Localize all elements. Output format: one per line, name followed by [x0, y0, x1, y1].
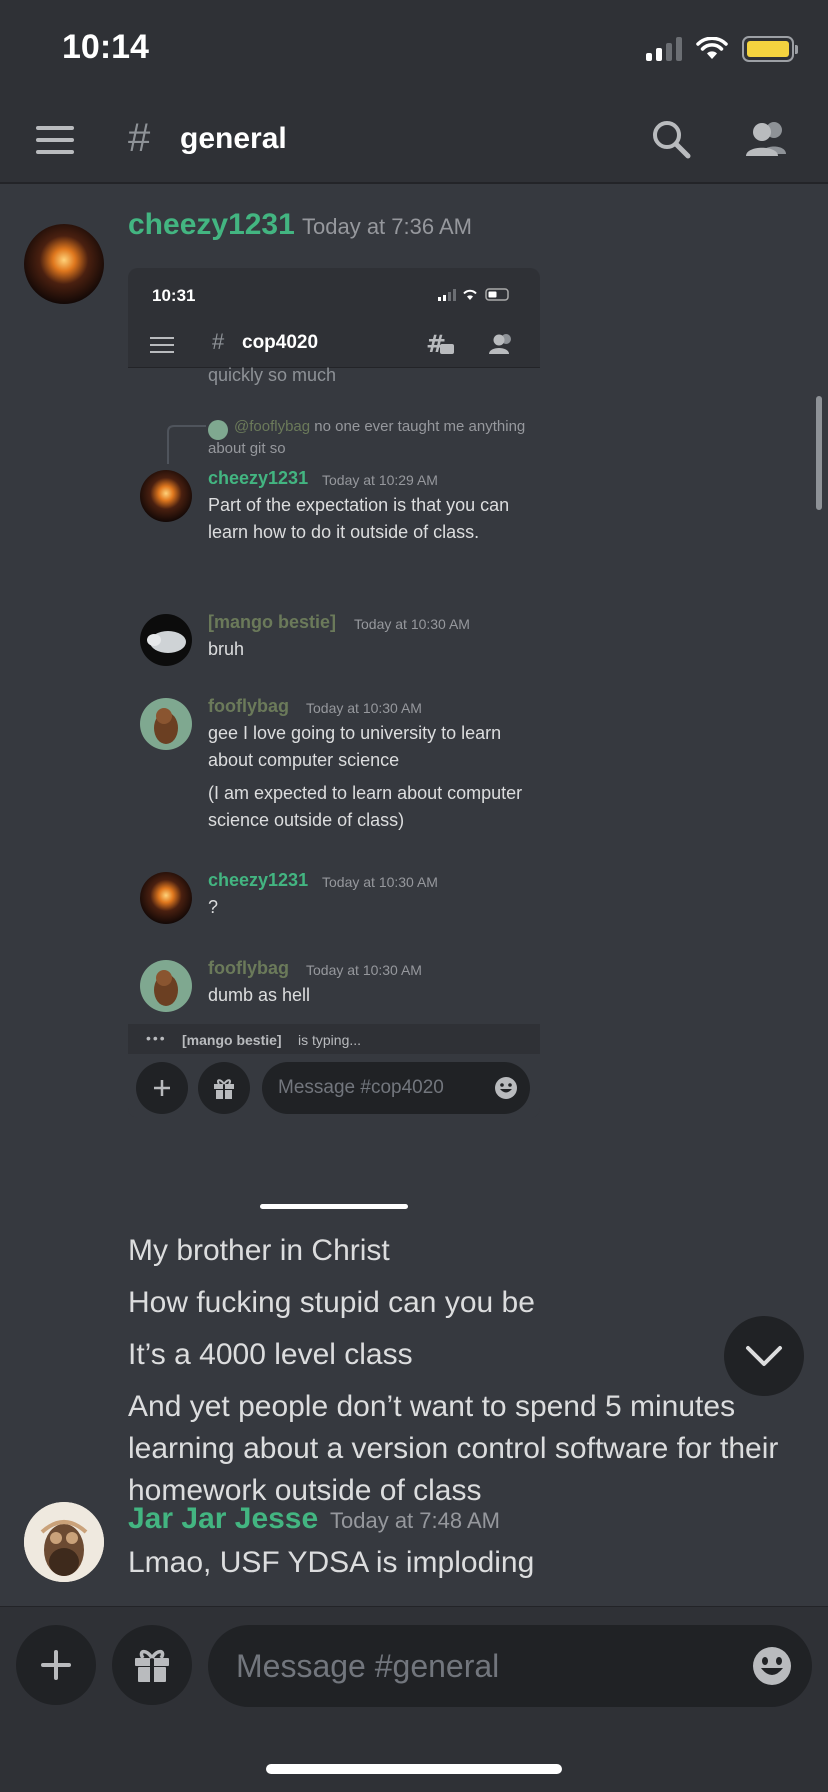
username[interactable]: cheezy1231	[128, 208, 295, 242]
home-indicator	[266, 1764, 562, 1774]
channel-header: # general	[0, 96, 828, 184]
message-text: Lmao, USF YDSA is imploding	[128, 1546, 535, 1579]
shot-reply-mention: @fooflybag	[234, 418, 311, 435]
shot-threads-icon: #	[426, 330, 454, 358]
attached-screenshot[interactable]: 10:31 # cop4020 # quickly so much @foofl…	[128, 268, 540, 1118]
shot-username: cheezy1231	[208, 870, 309, 890]
shot-username: fooflybag	[208, 696, 289, 716]
shot-avatar	[140, 614, 192, 666]
avatar[interactable]	[24, 1502, 104, 1582]
shot-gift-icon	[198, 1062, 250, 1114]
shot-input-placeholder: Message #cop4020	[278, 1077, 444, 1098]
shot-channel-header: # cop4020 #	[128, 320, 540, 368]
emoji-icon[interactable]	[752, 1646, 792, 1686]
shot-username: fooflybag	[208, 958, 289, 978]
shot-typing-suffix: is typing...	[298, 1032, 362, 1048]
shot-timestamp: Today at 10:30 AM	[306, 962, 422, 978]
search-icon[interactable]	[650, 118, 692, 160]
shot-message-text: ?	[208, 897, 219, 917]
channel-title: general	[180, 122, 287, 155]
shot-timestamp: Today at 10:30 AM	[322, 874, 438, 890]
message-text: And yet people don’t want to spend 5 min…	[128, 1390, 779, 1507]
username[interactable]: Jar Jar Jesse	[128, 1502, 318, 1536]
shot-status-icons	[438, 288, 509, 301]
shot-avatar	[140, 960, 192, 1012]
shot-channel-title: cop4020	[242, 332, 319, 353]
gift-icon	[135, 1649, 169, 1682]
message-list[interactable]: cheezy1231 Today at 7:36 AM 10:31 # cop4…	[0, 186, 828, 1606]
shot-username: cheezy1231	[208, 468, 309, 488]
avatar[interactable]	[24, 224, 104, 304]
shot-partial-message: quickly so much	[208, 365, 337, 385]
battery-icon	[742, 36, 798, 62]
wifi-icon	[696, 37, 728, 59]
status-icons	[646, 36, 798, 62]
message-input-container	[208, 1625, 812, 1707]
channel-hash-icon: #	[128, 116, 151, 160]
shot-avatar	[140, 872, 192, 924]
shot-message-text: Part of the expectation is that you can …	[208, 495, 510, 542]
shot-status-time: 10:31	[152, 286, 196, 305]
add-attachment-button[interactable]	[16, 1625, 96, 1705]
menu-icon[interactable]	[36, 126, 74, 154]
status-time: 10:14	[62, 28, 149, 66]
shot-avatar	[140, 470, 192, 522]
shot-avatar	[140, 698, 192, 750]
message-timestamp: Today at 7:36 AM	[302, 214, 472, 239]
shot-menu-icon	[150, 337, 174, 353]
shot-timestamp: Today at 10:30 AM	[354, 616, 470, 632]
scrollbar[interactable]	[816, 396, 822, 510]
shot-reply-preview: @fooflybag no one ever taught me anythin…	[208, 416, 530, 460]
shot-message-text: dumb as hell	[208, 985, 311, 1005]
message-text: My brother in Christ	[128, 1234, 390, 1267]
jump-to-bottom-button[interactable]	[724, 1316, 804, 1396]
status-bar: 10:14	[0, 0, 828, 96]
shot-typing-user: [mango bestie]	[182, 1032, 282, 1048]
shot-emoji-icon	[495, 1077, 517, 1099]
message-timestamp: Today at 7:48 AM	[330, 1508, 500, 1533]
shot-timestamp: Today at 10:30 AM	[306, 700, 422, 716]
members-icon[interactable]	[744, 118, 790, 160]
shot-message-text: (I am expected to learn about computer s…	[208, 783, 523, 830]
signal-icon	[646, 37, 682, 61]
shot-status-bar: 10:31	[128, 268, 540, 320]
shot-add-icon	[136, 1062, 188, 1114]
shot-message-input: Message #cop4020	[262, 1062, 530, 1114]
message-input[interactable]	[236, 1625, 716, 1707]
message-text: It’s a 4000 level class	[128, 1338, 413, 1371]
message-text: How fucking stupid can you be	[128, 1286, 535, 1319]
shot-timestamp: Today at 10:29 AM	[322, 472, 438, 488]
typing-dots-icon: •••	[146, 1030, 167, 1046]
shot-message-text: gee I love going to university to learn …	[208, 723, 502, 770]
shot-message-text: bruh	[208, 639, 245, 659]
gift-button[interactable]	[112, 1625, 192, 1705]
shot-home-indicator	[260, 1204, 408, 1209]
shot-username: [mango bestie]	[208, 612, 337, 632]
shot-members-icon	[489, 334, 511, 354]
chevron-down-icon	[746, 1346, 782, 1366]
shot-hash-lock-icon: #	[212, 329, 225, 354]
plus-icon	[41, 1650, 71, 1680]
shot-typing-indicator: ••• [mango bestie] is typing...	[128, 1024, 540, 1054]
shot-reply-connector	[167, 425, 206, 464]
